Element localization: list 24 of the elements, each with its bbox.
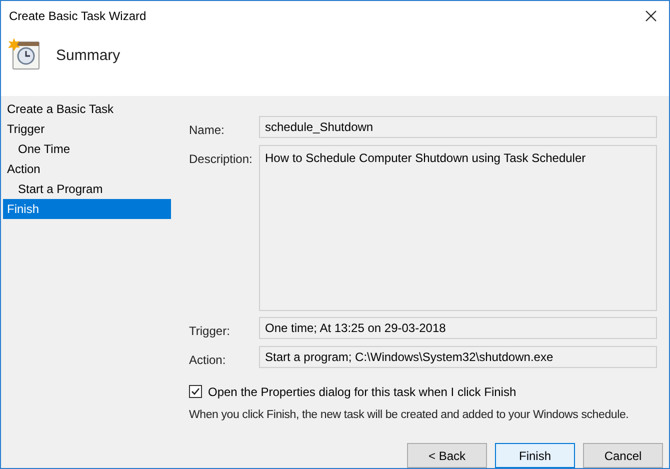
wizard-step: Trigger xyxy=(3,118,171,139)
field-label: Description: xyxy=(189,150,254,168)
window-title: Create Basic Task Wizard xyxy=(9,8,146,25)
page-heading: Summary xyxy=(56,46,120,66)
dialog-button[interactable]: Cancel xyxy=(583,443,663,468)
field-label: Trigger: xyxy=(189,322,231,340)
calendar-clock-icon xyxy=(7,36,41,71)
wizard-step: Finish xyxy=(3,198,171,219)
dialog-button[interactable]: Finish xyxy=(495,443,575,468)
text-field[interactable]: schedule_Shutdown xyxy=(259,116,657,138)
info-text: When you click Finish, the new task will be created and added to your Windows schedule. xyxy=(189,408,629,423)
description-field[interactable]: How to Schedule Computer Shutdown using Task Scheduler xyxy=(259,144,657,311)
text-field[interactable]: Start a program; C:\Windows\System32\shutdown.exe xyxy=(259,346,657,368)
wizard-step: One Time xyxy=(3,138,171,159)
wizard-step: Action xyxy=(3,158,171,179)
wizard-step: Start a Program xyxy=(3,178,171,199)
text-field[interactable]: One time; At 13:25 on 29-03-2018 xyxy=(259,316,657,339)
close-icon[interactable] xyxy=(645,10,657,22)
dialog-button[interactable]: < Back xyxy=(407,443,487,468)
field-label: Action: xyxy=(189,352,227,369)
checkbox[interactable] xyxy=(189,385,202,398)
field-label: Name: xyxy=(189,122,226,139)
checkbox-label[interactable]: Open the Properties dialog for this task when I click Finish xyxy=(208,382,516,401)
wizard-step: Create a Basic Task xyxy=(3,98,171,119)
